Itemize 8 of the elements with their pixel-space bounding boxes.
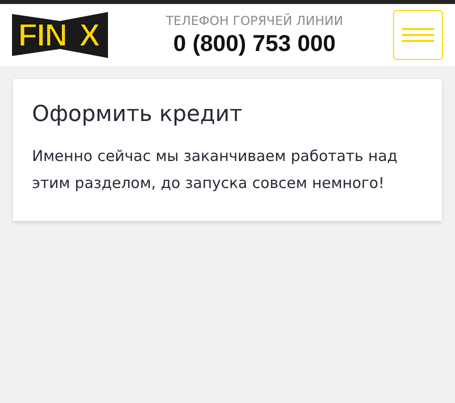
menu-icon <box>402 28 434 42</box>
menu-button[interactable] <box>393 10 443 60</box>
phone-number[interactable]: 0 (800) 753 000 <box>173 29 336 57</box>
card-text: Именно сейчас мы заканчиваем работать над этим разделом, до запуска совсем немного! <box>32 146 399 194</box>
card-title: Оформить кредит <box>32 101 244 129</box>
logo-text: FIN <box>18 18 67 52</box>
logo-text: X <box>79 18 100 52</box>
hotline-label: ТЕЛЕФОН ГОРЯЧЕЙ ЛИНИИ <box>166 13 344 29</box>
